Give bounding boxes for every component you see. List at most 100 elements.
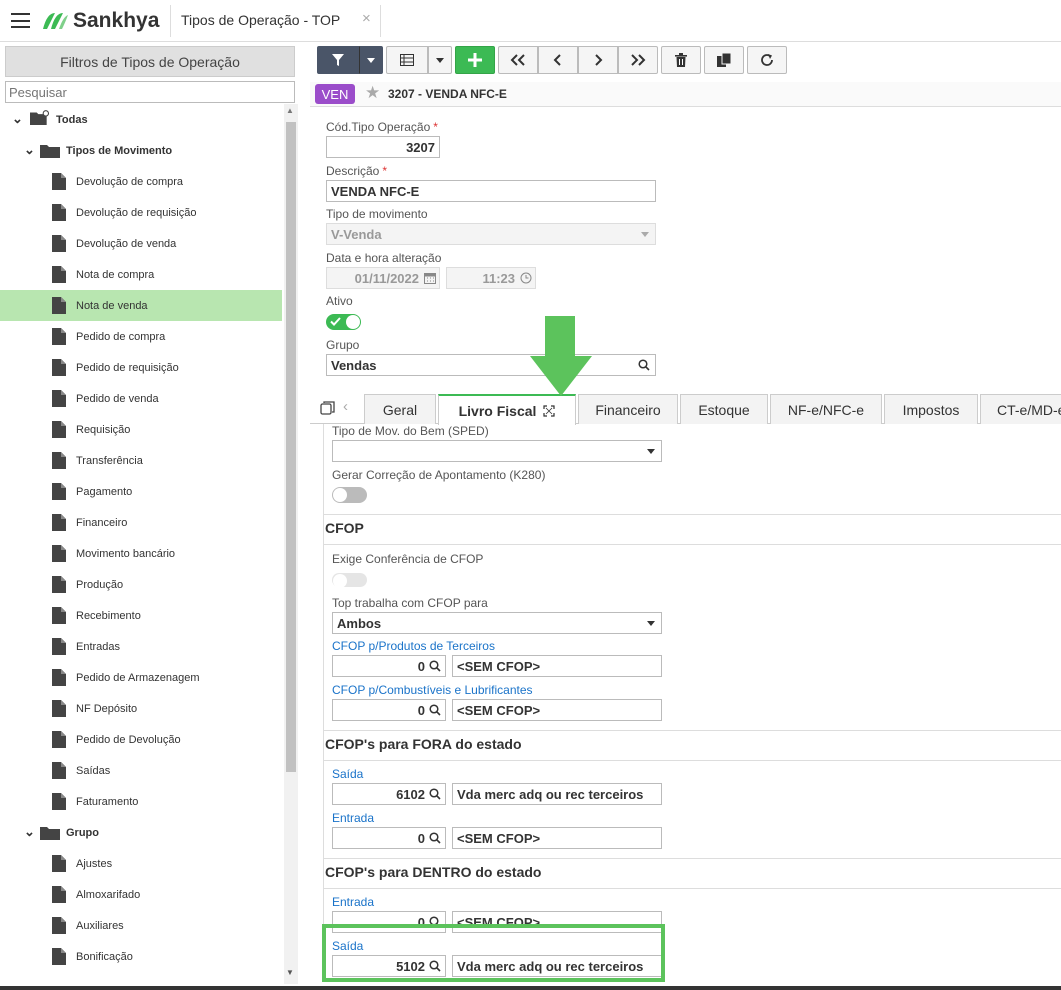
tree-item[interactable]: Saídas <box>0 755 282 786</box>
file-icon <box>52 948 66 965</box>
sped-label: Tipo de Mov. do Bem (SPED) <box>332 424 489 438</box>
tree-item[interactable]: Almoxarifado <box>0 879 282 910</box>
tabs-scroll-left-icon[interactable]: ‹ <box>343 398 348 415</box>
ativo-toggle[interactable] <box>326 314 361 330</box>
menu-icon[interactable] <box>11 13 30 28</box>
caret-down-icon <box>436 57 444 63</box>
detail-panel: VEN ★ 3207 - VENDA NFC-E Cód.Tipo Operaç… <box>310 42 1061 990</box>
filter-button[interactable] <box>317 46 359 74</box>
hora-alteracao-input[interactable]: 11:23 <box>446 267 536 289</box>
sped-select[interactable] <box>332 440 662 462</box>
search-icon[interactable] <box>638 359 650 371</box>
restore-tabs-icon[interactable] <box>320 400 336 416</box>
tab-geral[interactable]: Geral <box>364 394 436 424</box>
tree-item-label: Faturamento <box>76 795 139 808</box>
view-dropdown-button[interactable] <box>428 46 452 74</box>
tab-nfe-nfce[interactable]: NF-e/NFC-e <box>770 394 882 424</box>
tree-item[interactable]: Pedido de Armazenagem <box>0 662 282 693</box>
file-icon <box>52 545 66 562</box>
tree-item[interactable]: Pagamento <box>0 476 282 507</box>
tree-item[interactable]: Movimento bancário <box>0 538 282 569</box>
tree-item[interactable]: Ajustes <box>0 848 282 879</box>
first-record-button[interactable] <box>498 46 538 74</box>
tree-item[interactable]: NF Depósito <box>0 693 282 724</box>
search-icon[interactable] <box>429 660 441 672</box>
tree-item[interactable]: Produção <box>0 569 282 600</box>
last-record-button[interactable] <box>618 46 658 74</box>
tree-item[interactable]: Requisição <box>0 414 282 445</box>
tree-item-label: Saídas <box>76 764 111 777</box>
cfop-combustiveis-label[interactable]: CFOP p/Combustíveis e Lubrificantes <box>332 683 533 697</box>
previous-record-button[interactable] <box>538 46 578 74</box>
top-trabalha-select[interactable]: Ambos <box>332 612 662 634</box>
delete-button[interactable] <box>661 46 701 74</box>
tab-livro-fiscal[interactable]: Livro Fiscal <box>438 394 576 425</box>
tree-item[interactable]: Devolução de venda <box>0 228 282 259</box>
add-button[interactable] <box>455 46 495 74</box>
search-icon[interactable] <box>429 704 441 716</box>
tree-item[interactable]: ⌄ Grupo <box>0 817 282 848</box>
cod-tipo-operacao-input[interactable]: 3207 <box>326 136 440 158</box>
chevron-down-icon[interactable]: ⌄ <box>12 112 24 125</box>
expand-icon[interactable] <box>543 404 556 417</box>
tree-item[interactable]: Auxiliares <box>0 910 282 941</box>
search-icon[interactable] <box>429 788 441 800</box>
file-icon <box>52 576 66 593</box>
next-record-button[interactable] <box>578 46 618 74</box>
tree-item[interactable]: Faturamento <box>0 786 282 817</box>
cfop-combustiveis-code-input[interactable]: 0 <box>332 699 446 721</box>
tree-item[interactable]: Pedido de Devolução <box>0 724 282 755</box>
tree-item[interactable]: ⌄ Todas <box>0 104 282 135</box>
scroll-down-icon[interactable]: ▼ <box>286 968 294 977</box>
tree-item-label: Almoxarifado <box>76 888 141 901</box>
filter-dropdown-button[interactable] <box>359 46 383 74</box>
tree-item-label: Recebimento <box>76 609 141 622</box>
document-tab[interactable]: Tipos de Operação - TOP <box>181 12 340 28</box>
chevron-down-icon[interactable]: ⌄ <box>24 143 36 156</box>
tree-item[interactable]: Pedido de requisição <box>0 352 282 383</box>
dentro-entrada-label[interactable]: Entrada <box>332 895 374 909</box>
tree-item[interactable]: Devolução de compra <box>0 166 282 197</box>
favorite-star-icon[interactable]: ★ <box>365 83 380 103</box>
tree-item[interactable]: ⌄ Tipos de Movimento <box>0 135 282 166</box>
chevron-down-icon[interactable]: ⌄ <box>24 825 36 838</box>
tree-item[interactable]: Transferência <box>0 445 282 476</box>
cfop-terceiros-code-input[interactable]: 0 <box>332 655 446 677</box>
filter-search-input[interactable] <box>5 81 295 103</box>
fora-entrada-code-input[interactable]: 0 <box>332 827 446 849</box>
search-icon[interactable] <box>429 832 441 844</box>
refresh-button[interactable] <box>747 46 787 74</box>
tree-item[interactable]: Devolução de requisição <box>0 197 282 228</box>
descricao-input[interactable]: VENDA NFC-E <box>326 180 656 202</box>
copy-button[interactable] <box>704 46 744 74</box>
tab-estoque[interactable]: Estoque <box>680 394 768 424</box>
grupo-input[interactable]: Vendas <box>326 354 656 376</box>
fora-entrada-label[interactable]: Entrada <box>332 811 374 825</box>
exige-conferencia-toggle[interactable] <box>332 573 367 588</box>
grid-view-button[interactable] <box>386 46 428 74</box>
tree-item[interactable]: Financeiro <box>0 507 282 538</box>
fora-saida-desc: Vda merc adq ou rec terceiros <box>452 783 662 805</box>
tree-scrollbar-thumb[interactable] <box>286 122 296 772</box>
tree-item[interactable]: Pedido de compra <box>0 321 282 352</box>
tree-item[interactable]: Nota de compra <box>0 259 282 290</box>
tree-item-label: Produção <box>76 578 124 591</box>
close-tab-icon[interactable]: × <box>362 10 371 27</box>
fora-saida-code-input[interactable]: 6102 <box>332 783 446 805</box>
tree-item[interactable]: Recebimento <box>0 600 282 631</box>
tree-item[interactable]: Entradas <box>0 631 282 662</box>
tab-cte-mde[interactable]: CT-e/MD-e <box>980 394 1061 424</box>
ativo-label: Ativo <box>326 294 353 308</box>
tab-impostos[interactable]: Impostos <box>884 394 978 424</box>
data-alteracao-input[interactable]: 01/11/2022 <box>326 267 440 289</box>
tree-item[interactable]: Pedido de venda <box>0 383 282 414</box>
tipo-movimento-label: Tipo de movimento <box>326 207 428 221</box>
tipo-movimento-select[interactable]: V-Venda <box>326 223 656 245</box>
scroll-up-icon[interactable]: ▲ <box>286 106 294 115</box>
tree-item[interactable]: Bonificação <box>0 941 282 972</box>
cfop-terceiros-label[interactable]: CFOP p/Produtos de Terceiros <box>332 639 495 653</box>
tree-item[interactable]: Nota de venda <box>0 290 282 321</box>
fora-saida-label[interactable]: Saída <box>332 767 363 781</box>
tab-financeiro[interactable]: Financeiro <box>578 394 678 424</box>
k280-toggle[interactable] <box>332 487 367 503</box>
